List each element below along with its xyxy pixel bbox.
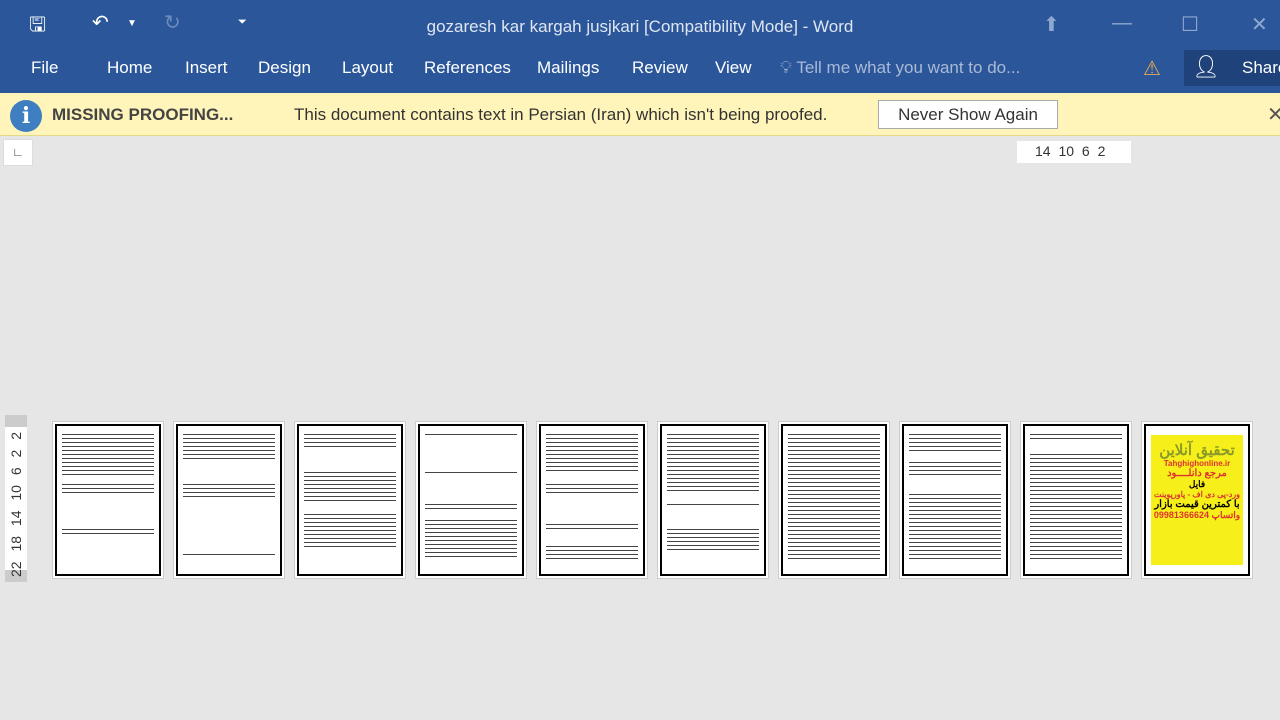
text-block: [1030, 452, 1122, 560]
ad-line: ورد-پی دی اف - پاورپوینت: [1154, 490, 1240, 499]
tab-design[interactable]: Design: [258, 58, 311, 78]
message-bar: i MISSING PROOFING... This document cont…: [0, 93, 1280, 136]
ad-line: با کمترین قیمت بازار: [1154, 499, 1240, 510]
page-border: [1023, 424, 1129, 576]
ribbon-display-options-icon[interactable]: ⬆: [1043, 12, 1060, 37]
vertical-ruler-labels: 22 18 14 10 6 2 2: [8, 432, 24, 577]
page-border: [902, 424, 1008, 576]
tab-mailings[interactable]: Mailings: [537, 58, 599, 78]
text-block: [62, 432, 154, 477]
text-block: [1030, 432, 1122, 442]
tab-file[interactable]: File: [31, 58, 58, 78]
page-thumbnail[interactable]: [52, 421, 164, 579]
tab-home[interactable]: Home: [107, 58, 152, 78]
text-block: [183, 482, 275, 497]
vertical-ruler[interactable]: 22 18 14 10 6 2 2: [5, 415, 27, 582]
tab-selector[interactable]: ∟: [3, 139, 33, 166]
ribbon-tabs: File Home Insert Design Layout Reference…: [0, 50, 1280, 93]
tab-review[interactable]: Review: [632, 58, 688, 78]
ad-title: تحقیق آنلاین: [1159, 442, 1235, 459]
tell-me-placeholder: Tell me what you want to do...: [796, 58, 1021, 77]
text-block: [546, 482, 638, 496]
page-border: [539, 424, 645, 576]
text-block: [304, 470, 396, 502]
text-block: [667, 527, 759, 550]
text-block: [304, 512, 396, 550]
lightbulb-icon: 💡︎: [780, 58, 792, 77]
text-block: [183, 432, 275, 462]
ad-line: مرجع دانلــــود: [1167, 468, 1227, 479]
page-border: [781, 424, 887, 576]
text-block: [425, 502, 517, 512]
minimize-button[interactable]: —: [1112, 12, 1132, 35]
close-message-icon[interactable]: ✕: [1267, 102, 1280, 127]
maximize-button[interactable]: ☐: [1181, 12, 1199, 37]
text-block: [62, 482, 154, 494]
text-block: [909, 460, 1001, 478]
page-thumbnail[interactable]: [899, 421, 1011, 579]
never-show-again-button[interactable]: Never Show Again: [878, 100, 1058, 129]
tab-view[interactable]: View: [715, 58, 752, 78]
text-block: [546, 544, 638, 560]
text-block: [909, 432, 1001, 452]
text-block: [667, 502, 759, 508]
page-border: [297, 424, 403, 576]
ad-phone: 09981366624: [1153, 510, 1209, 520]
ad-site: Tahghighonline.ir: [1163, 459, 1231, 468]
page-border: [55, 424, 161, 576]
message-title: MISSING PROOFING...: [52, 105, 234, 124]
text-block: [546, 522, 638, 532]
person-add-icon: 👤︎: [1192, 54, 1220, 79]
text-block: [183, 510, 275, 512]
ad-image: تحقیق آنلاین Tahghighonline.ir مرجع دانلــ…: [1151, 435, 1243, 565]
text-block: [425, 518, 517, 560]
title-bar: 🖫 ↶ ▼ ↻ ⏷ gozaresh kar kargah jusjkari […: [0, 0, 1280, 50]
text-block: [304, 432, 396, 447]
text-block: [788, 432, 880, 560]
page-thumbnail[interactable]: [173, 421, 285, 579]
tab-insert[interactable]: Insert: [185, 58, 228, 78]
page-thumbnail[interactable]: [415, 421, 527, 579]
page-border: تحقیق آنلاین Tahghighonline.ir مرجع دانلــ…: [1144, 424, 1250, 576]
text-block: [183, 552, 275, 555]
page-border: [176, 424, 282, 576]
text-block: [425, 432, 517, 438]
ruler-labels: 14 10 6 2: [1035, 143, 1106, 159]
page-thumbnail[interactable]: [657, 421, 769, 579]
tab-references[interactable]: References: [424, 58, 511, 78]
text-block: [62, 527, 154, 536]
text-block: [909, 492, 1001, 560]
window-title: gozaresh kar kargah jusjkari [Compatibil…: [426, 17, 854, 36]
info-icon: i: [10, 100, 42, 132]
page-thumbnail[interactable]: [1020, 421, 1132, 579]
message-text: This document contains text in Persian (…: [294, 105, 828, 124]
page-border: [660, 424, 766, 576]
tell-me-input[interactable]: 💡︎ Tell me what you want to do...: [780, 58, 1020, 78]
warning-icon[interactable]: ⚠: [1143, 56, 1161, 81]
close-button[interactable]: ✕: [1251, 12, 1268, 37]
ad-whatsapp: واتساپ: [1211, 510, 1241, 520]
page-thumbnail[interactable]: [778, 421, 890, 579]
text-block: [667, 432, 759, 492]
share-button[interactable]: 👤︎ Share: [1184, 50, 1280, 86]
text-block: [425, 470, 517, 476]
share-label: Share: [1242, 58, 1280, 77]
text-block: [546, 432, 638, 472]
page-border: [418, 424, 524, 576]
horizontal-ruler[interactable]: 14 10 6 2: [1017, 141, 1131, 163]
page-thumbnail[interactable]: [536, 421, 648, 579]
page-thumbnail[interactable]: [294, 421, 406, 579]
ad-line: فایل: [1188, 479, 1206, 489]
page-thumbnail-ad[interactable]: تحقیق آنلاین Tahghighonline.ir مرجع دانلــ…: [1141, 421, 1253, 579]
tab-layout[interactable]: Layout: [342, 58, 393, 78]
